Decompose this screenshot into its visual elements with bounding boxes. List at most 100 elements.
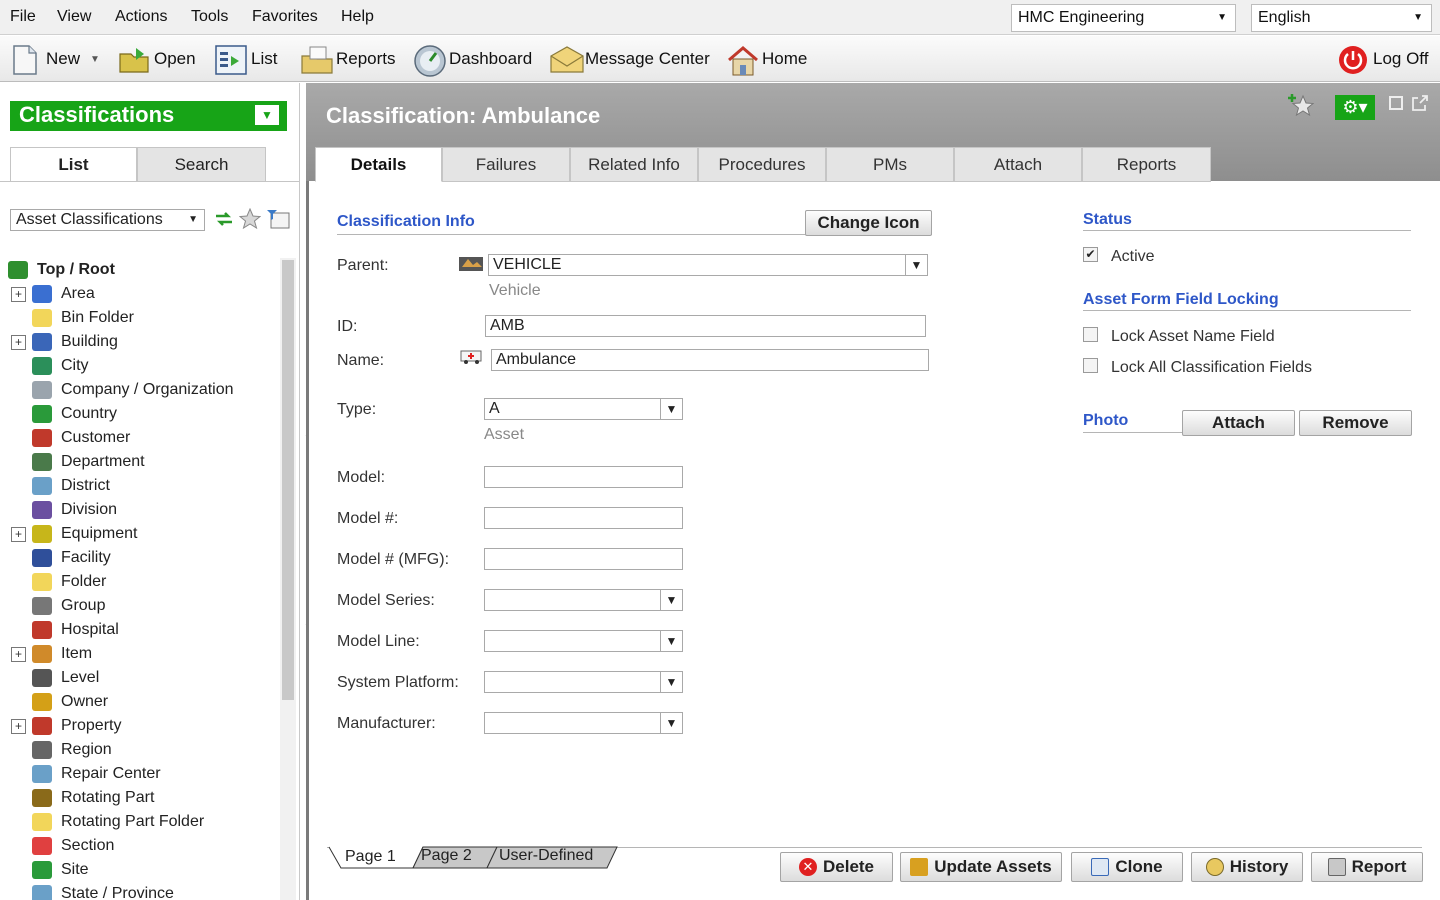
change-icon-button[interactable]: Change Icon [805,210,932,236]
chevron-down-icon[interactable]: ▼ [660,672,682,692]
tree-item[interactable]: Site [11,858,89,882]
chevron-down-icon[interactable]: ▼ [660,713,682,733]
expand-icon[interactable]: + [11,718,26,734]
tree-item[interactable]: + Equipment [11,522,138,546]
tab-procedures[interactable]: Procedures [698,147,826,182]
language-select[interactable]: English ▼ [1251,4,1432,32]
popout-icon[interactable] [1411,94,1429,117]
system-platform-select[interactable]: ▼ [484,671,683,693]
lock-asset-name-checkbox[interactable] [1083,327,1098,342]
manufacturer-select[interactable]: ▼ [484,712,683,734]
tree-item[interactable]: Section [11,834,114,858]
chevron-down-icon[interactable]: ▼ [255,105,279,125]
log-off-button[interactable]: Log Off [1337,42,1428,76]
clone-button[interactable]: Clone [1071,852,1183,882]
name-field[interactable]: Ambulance [491,349,929,371]
tab-attach[interactable]: Attach [954,147,1082,182]
reports-button[interactable]: Reports [300,42,396,76]
tree-item[interactable]: Facility [11,546,111,570]
tree-item[interactable]: Company / Organization [11,378,234,402]
tree-item[interactable]: + Item [11,642,92,666]
expand-icon[interactable]: + [11,646,26,662]
tab-related-info[interactable]: Related Info [570,147,698,182]
company-select[interactable]: HMC Engineering ▼ [1011,4,1236,32]
tab-failures[interactable]: Failures [442,147,570,182]
refresh-icon[interactable] [213,210,235,233]
expand-icon[interactable]: + [11,526,26,542]
chevron-down-icon[interactable]: ▼ [660,590,682,610]
tree-item[interactable]: Division [11,498,117,522]
menu-actions[interactable]: Actions [115,8,167,26]
tree-item[interactable]: Country [11,402,117,426]
open-button[interactable]: Open [118,42,196,76]
history-button[interactable]: History [1191,852,1303,882]
maximize-icon[interactable] [1388,95,1404,116]
update-assets-button[interactable]: Update Assets [900,852,1062,882]
lock-all-fields-checkbox[interactable] [1083,358,1098,373]
star-icon[interactable] [238,207,262,235]
tree-item[interactable]: Owner [11,690,108,714]
tree-item[interactable]: Level [11,666,99,690]
chevron-down-icon[interactable]: ▼ [660,631,682,651]
tree-item[interactable]: City [11,354,89,378]
active-checkbox[interactable]: ✔ [1083,247,1098,262]
model-series-select[interactable]: ▼ [484,589,683,611]
filter-list-icon[interactable] [266,209,290,234]
tree-item[interactable]: Folder [11,570,106,594]
page-tab-2[interactable]: Page 2 [413,847,480,867]
asset-classification-select[interactable]: Asset Classifications ▼ [10,209,205,231]
model-number-field[interactable] [484,507,683,529]
model-mfg-field[interactable] [484,548,683,570]
tree-item[interactable]: + Building [11,330,118,354]
parent-select[interactable]: VEHICLE ▼ [488,254,928,276]
model-line-select[interactable]: ▼ [484,630,683,652]
tree-item-label: Item [61,645,93,662]
tree-item[interactable]: District [11,474,110,498]
chevron-down-icon[interactable]: ▼ [660,399,682,419]
menu-tools[interactable]: Tools [191,8,228,26]
tab-pms[interactable]: PMs [826,147,954,182]
tab-search[interactable]: Search [137,147,266,182]
remove-photo-button[interactable]: Remove [1299,410,1412,436]
list-button[interactable]: List [215,42,277,76]
tree-item[interactable]: + Area [11,282,95,306]
attach-photo-button[interactable]: Attach [1182,410,1295,436]
home-button[interactable]: Home [726,42,807,76]
menu-favorites[interactable]: Favorites [252,8,318,26]
tab-details[interactable]: Details [315,147,442,182]
add-favorite-icon[interactable] [1286,93,1316,122]
tree-item[interactable]: Customer [11,426,130,450]
tree-item[interactable]: + Property [11,714,121,738]
message-center-button[interactable]: Message Center [549,42,710,76]
chevron-down-icon[interactable]: ▼ [905,255,927,275]
page-tab-1[interactable]: Page 1 [337,848,404,868]
expand-icon[interactable]: + [11,334,26,350]
tree-item[interactable]: Top / Root [8,258,115,282]
menu-help[interactable]: Help [341,8,374,26]
tree-item[interactable]: Bin Folder [11,306,134,330]
tab-reports[interactable]: Reports [1082,147,1211,182]
report-button[interactable]: Report [1311,852,1423,882]
tree-item[interactable]: State / Province [11,882,174,900]
tree-item[interactable]: Rotating Part Folder [11,810,204,834]
tree-item[interactable]: Hospital [11,618,119,642]
tree-item[interactable]: Region [11,738,112,762]
page-tab-user-defined[interactable]: User-Defined [491,847,601,867]
new-button[interactable]: New ▼ [10,42,100,76]
menu-file[interactable]: File [10,8,36,26]
tree-item[interactable]: Rotating Part [11,786,154,810]
id-field[interactable]: AMB [485,315,926,337]
menu-view[interactable]: View [57,8,91,26]
delete-button[interactable]: ✕ Delete [780,852,893,882]
settings-gear-icon[interactable]: ⚙▾ [1335,95,1375,120]
expand-icon[interactable]: + [11,286,26,302]
tree-item[interactable]: Group [11,594,105,618]
tree-item[interactable]: Department [11,450,145,474]
tab-list[interactable]: List [10,147,137,182]
model-field[interactable] [484,466,683,488]
department-icon [32,453,52,471]
tree-scrollbar-thumb[interactable] [282,260,294,700]
dashboard-button[interactable]: Dashboard [413,42,532,77]
type-select[interactable]: A ▼ [484,398,683,420]
tree-item[interactable]: Repair Center [11,762,161,786]
